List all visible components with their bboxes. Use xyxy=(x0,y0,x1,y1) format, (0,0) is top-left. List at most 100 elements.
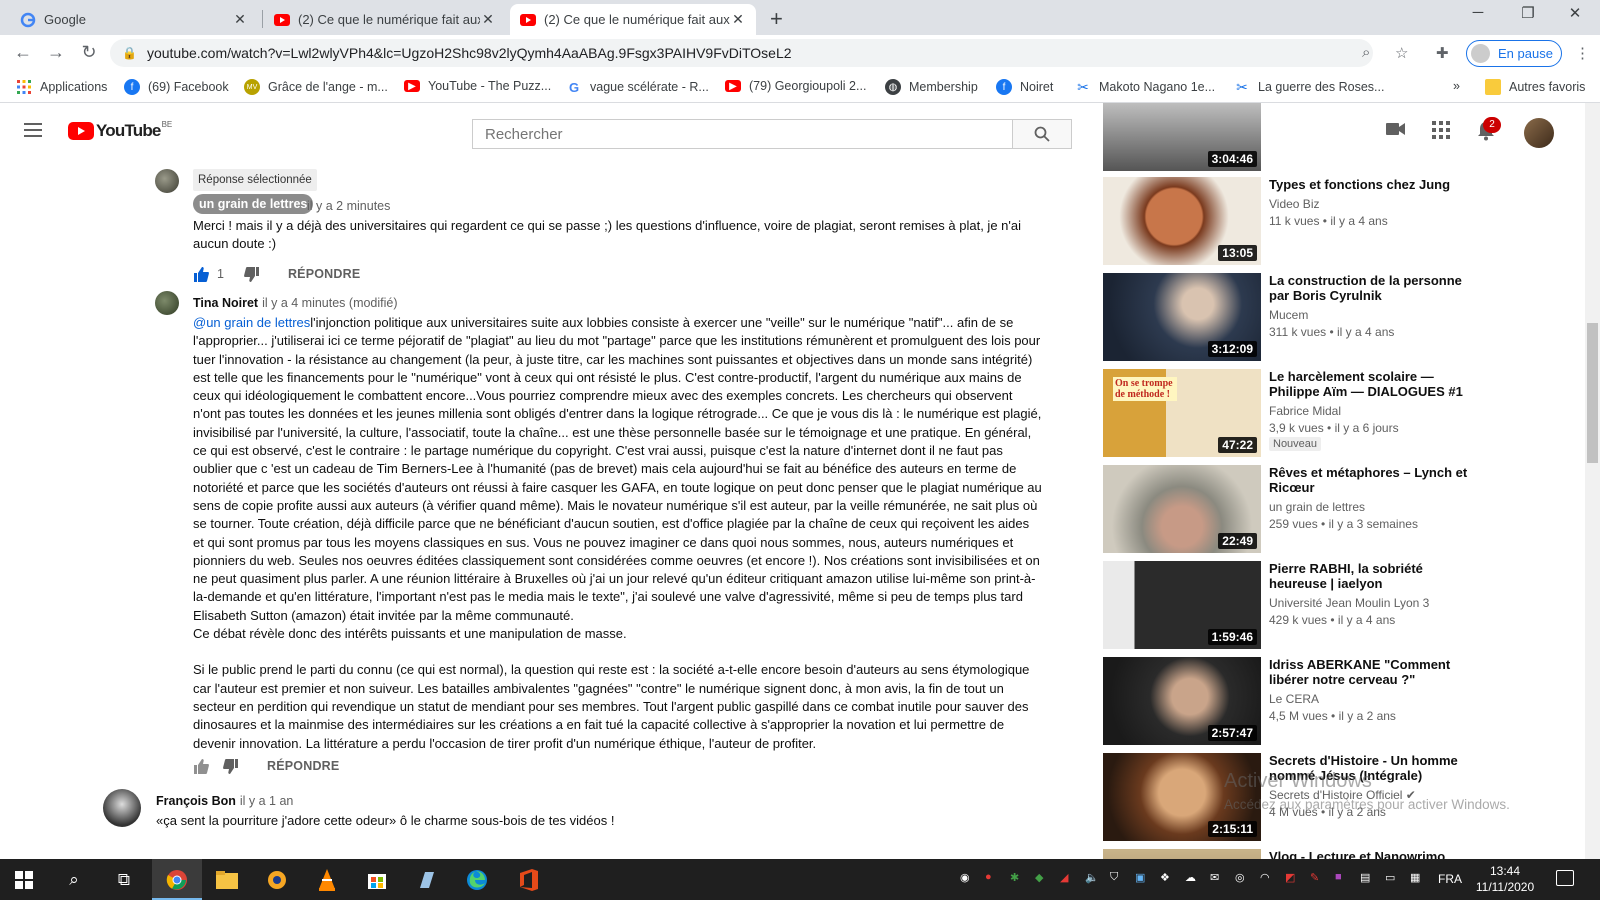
search-button[interactable] xyxy=(1012,119,1072,149)
video-channel[interactable]: Le CERA xyxy=(1269,692,1319,706)
video-item[interactable]: 3:12:09 La construction de la personne p… xyxy=(1103,273,1583,361)
tab-youtube-2-active[interactable]: (2) Ce que le numérique fait aux l ✕ xyxy=(510,4,756,35)
video-thumbnail[interactable]: 1:59:46 xyxy=(1103,561,1261,649)
video-item[interactable]: 3:04:46 xyxy=(1103,103,1583,171)
video-thumbnail[interactable]: 13:05 xyxy=(1103,177,1261,265)
reload-icon[interactable]: ↻ xyxy=(78,42,100,63)
wifi-icon[interactable]: ◠ xyxy=(1260,871,1270,884)
edge-icon[interactable] xyxy=(465,868,489,892)
page-scrollbar[interactable] xyxy=(1585,103,1600,859)
close-tab-icon[interactable]: ✕ xyxy=(232,11,248,28)
dropbox-icon[interactable]: ❖ xyxy=(1160,871,1170,884)
bookmark-makoto-nagano[interactable]: ✂ Makoto Nagano 1e... xyxy=(1075,79,1215,95)
video-item[interactable]: 13:05 Types et fonctions chez Jung Video… xyxy=(1103,177,1583,265)
comment-time[interactable]: il y a 1 an xyxy=(240,794,294,808)
video-channel[interactable]: Université Jean Moulin Lyon 3 xyxy=(1269,596,1429,610)
tray-icon[interactable]: ▤ xyxy=(1360,871,1370,884)
language-indicator[interactable]: FRA xyxy=(1438,872,1462,886)
bookmark-noiret[interactable]: f Noiret xyxy=(996,79,1053,95)
battery-icon[interactable]: ▭ xyxy=(1385,871,1395,884)
video-thumbnail[interactable]: 3:04:46 xyxy=(1103,103,1261,171)
video-channel[interactable]: un grain de lettres xyxy=(1269,500,1365,514)
tray-icon[interactable]: ✎ xyxy=(1310,871,1319,884)
tray-icon[interactable]: ✉ xyxy=(1210,871,1219,884)
more-bookmarks-chevron[interactable]: » xyxy=(1453,79,1460,93)
video-channel[interactable]: Mucem xyxy=(1269,308,1308,322)
speaker-icon[interactable]: 🔈 xyxy=(1085,871,1099,884)
close-tab-icon[interactable]: ✕ xyxy=(730,11,746,28)
scrollbar-thumb[interactable] xyxy=(1587,323,1598,463)
star-bookmark-icon[interactable]: ☆ xyxy=(1395,44,1408,62)
video-item[interactable]: On se trompe de méthode ! 47:22 Le harcè… xyxy=(1103,369,1583,457)
address-bar[interactable]: 🔒 youtube.com/watch?v=Lwl2wlyVPh4&lc=Ugz… xyxy=(110,39,1373,67)
video-thumbnail[interactable] xyxy=(1103,849,1261,859)
steam-icon[interactable]: ◎ xyxy=(1235,871,1245,884)
bookmark-facebook[interactable]: f (69) Facebook xyxy=(124,79,229,95)
comment-author[interactable]: François Bon xyxy=(156,794,236,808)
cloud-icon[interactable]: ☁ xyxy=(1185,871,1196,884)
bookmark-guerre-roses[interactable]: ✂ La guerre des Roses... xyxy=(1234,79,1384,95)
hamburger-menu-icon[interactable] xyxy=(24,123,42,141)
comment-time[interactable]: il y a 4 minutes (modifié) xyxy=(262,296,397,310)
bookmark-georgioupoli[interactable]: ▶ (79) Georgioupoli 2... xyxy=(725,79,866,93)
reply-button[interactable]: RÉPONDRE xyxy=(288,265,360,283)
video-item[interactable]: 22:49 Rêves et métaphores – Lynch et Ric… xyxy=(1103,465,1583,553)
tray-icon[interactable]: ◉ xyxy=(960,871,970,884)
thumbs-up-icon[interactable] xyxy=(193,758,209,774)
thumbs-down-icon[interactable] xyxy=(244,266,260,282)
profile-paused-button[interactable]: En pause xyxy=(1466,40,1562,67)
file-explorer-icon[interactable] xyxy=(215,868,239,892)
mention-link[interactable]: @un grain de lettres xyxy=(193,315,310,330)
minimize-icon[interactable]: ─ xyxy=(1455,4,1501,21)
video-thumbnail[interactable]: On se trompe de méthode ! 47:22 xyxy=(1103,369,1261,457)
video-title[interactable]: Pierre RABHI, la sobriété heureuse | iae… xyxy=(1269,561,1474,591)
task-view-icon[interactable]: ⧉ xyxy=(112,868,136,892)
video-title[interactable]: Le harcèlement scolaire — Philippe Aïm —… xyxy=(1269,369,1474,399)
tray-icon[interactable]: ◆ xyxy=(1035,871,1043,884)
avatar[interactable] xyxy=(155,291,179,315)
bookmark-applications[interactable]: Applications xyxy=(16,79,107,95)
windows-start-icon[interactable] xyxy=(12,868,36,892)
video-thumbnail[interactable]: 22:49 xyxy=(1103,465,1261,553)
shield-icon[interactable]: ⛉ xyxy=(1110,871,1118,884)
avatar[interactable] xyxy=(155,169,179,193)
office-icon[interactable] xyxy=(517,868,541,892)
video-channel[interactable]: Video Biz xyxy=(1269,197,1319,211)
back-arrow-icon[interactable]: ← xyxy=(12,42,34,63)
maximize-icon[interactable]: ❐ xyxy=(1505,4,1551,22)
close-window-icon[interactable]: ✕ xyxy=(1552,4,1598,22)
extensions-puzzle-icon[interactable]: ✚ xyxy=(1436,44,1449,62)
search-icon[interactable]: ⌕ xyxy=(62,868,86,892)
action-center-icon[interactable] xyxy=(1556,870,1574,886)
reply-button[interactable]: RÉPONDRE xyxy=(267,757,339,775)
tray-icon[interactable]: ◩ xyxy=(1285,871,1295,884)
avatar[interactable] xyxy=(103,789,141,827)
network-icon[interactable]: ▦ xyxy=(1410,871,1420,884)
bookmark-other-folder[interactable]: Autres favoris xyxy=(1485,79,1585,95)
video-title[interactable]: La construction de la personne par Boris… xyxy=(1269,273,1474,303)
app-icon[interactable] xyxy=(265,868,289,892)
zoom-icon[interactable]: ⌕ xyxy=(1362,44,1370,61)
video-title[interactable]: Idriss ABERKANE "Comment libérer notre c… xyxy=(1269,657,1474,687)
forward-arrow-icon[interactable]: → xyxy=(45,42,67,63)
bookmark-grace-ange[interactable]: MV Grâce de l'ange - m... xyxy=(244,79,388,95)
video-item[interactable]: 1:59:46 Pierre RABHI, la sobriété heureu… xyxy=(1103,561,1583,649)
thumbs-up-icon[interactable] xyxy=(193,266,209,282)
tray-icon[interactable]: ◢ xyxy=(1060,871,1068,884)
youtube-logo[interactable]: YouTube BE xyxy=(68,120,172,141)
tab-google[interactable]: Google ✕ xyxy=(10,4,258,35)
video-title[interactable]: Rêves et métaphores – Lynch et Ricœur xyxy=(1269,465,1474,495)
tray-icon[interactable]: ▣ xyxy=(1135,871,1145,884)
bookmark-youtube-puzz[interactable]: ▶ YouTube - The Puzz... xyxy=(404,79,551,93)
comment-author[interactable]: Tina Noiret xyxy=(193,296,258,310)
tab-youtube-1[interactable]: (2) Ce que le numérique fait aux l ✕ xyxy=(264,4,506,35)
vlc-icon[interactable] xyxy=(315,868,339,892)
video-channel[interactable]: Fabrice Midal xyxy=(1269,404,1341,418)
chrome-icon[interactable] xyxy=(165,868,189,892)
bookmark-vague-scelerate[interactable]: G vague scélérate - R... xyxy=(566,79,709,95)
video-thumbnail[interactable]: 3:12:09 xyxy=(1103,273,1261,361)
comment-time[interactable]: il y a 2 minutes xyxy=(307,197,390,215)
search-input[interactable] xyxy=(472,119,1012,149)
video-item[interactable]: Vlog - Lecture et Nanowrimo xyxy=(1103,849,1583,859)
video-thumbnail[interactable]: 2:57:47 xyxy=(1103,657,1261,745)
